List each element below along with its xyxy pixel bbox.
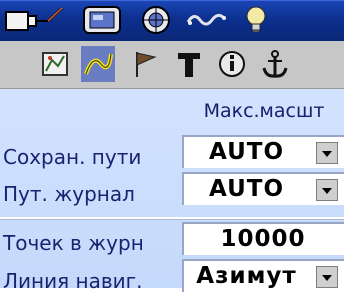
subtab-text[interactable] (172, 46, 206, 82)
subtab-info[interactable] (215, 46, 249, 82)
tab-tracks[interactable] (184, 2, 228, 38)
tab-bar-highlight (0, 0, 344, 1)
info-icon (219, 51, 245, 77)
tab-display[interactable] (80, 2, 124, 38)
subtab-waypoints[interactable] (128, 46, 162, 82)
tab-device[interactable] (4, 2, 74, 38)
dropdown-button[interactable] (316, 179, 338, 201)
category-tab-bar (0, 0, 344, 41)
track-wave-icon (186, 13, 226, 26)
settings-panel: Макс.масшт Сохран. пути AUTO Пут. журнал… (0, 89, 344, 293)
sub-tab-bar (0, 41, 344, 89)
text-icon (178, 53, 200, 77)
tab-tips[interactable] (236, 2, 276, 38)
chevron-down-icon (322, 151, 332, 157)
save-track-value: AUTO (208, 139, 284, 165)
log-points-input[interactable]: 10000 (182, 222, 344, 255)
track-log-value: AUTO (208, 176, 284, 202)
chevron-down-icon (322, 188, 332, 194)
section-divider (0, 217, 344, 220)
nav-line-value: Азимут (196, 263, 297, 289)
log-points-value: 10000 (220, 226, 306, 252)
anchor-icon (262, 50, 288, 78)
dropdown-button[interactable] (316, 266, 338, 288)
column-header: Макс.масшт (203, 100, 325, 122)
lightbulb-icon (246, 6, 266, 32)
tracks-icon (84, 53, 113, 75)
save-track-select[interactable]: AUTO (182, 135, 344, 168)
subtab-marine[interactable] (258, 46, 292, 82)
flag-icon (136, 52, 157, 77)
device-plug-icon (5, 6, 64, 31)
sun-globe-icon (142, 6, 170, 34)
tab-time[interactable] (136, 2, 176, 38)
track-log-select[interactable]: AUTO (182, 172, 344, 205)
subtab-tracks[interactable] (81, 46, 115, 82)
track-log-label: Пут. журнал (3, 182, 135, 206)
nav-line-select[interactable]: Азимут (182, 259, 344, 292)
save-track-label: Сохран. пути (3, 145, 142, 169)
subtab-map-general[interactable] (38, 46, 72, 82)
nav-line-label: Линия навиг. (3, 269, 143, 293)
dropdown-button[interactable] (316, 142, 338, 164)
map-general-icon (42, 52, 68, 76)
chevron-down-icon (322, 275, 332, 281)
log-points-label: Точек в журн (3, 231, 144, 255)
display-icon (83, 6, 121, 34)
